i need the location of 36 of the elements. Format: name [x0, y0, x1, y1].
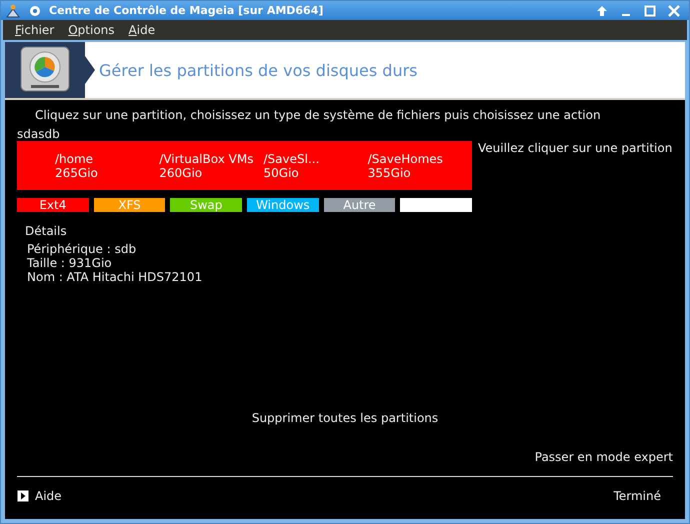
disk-tab[interactable]: sdasdb — [17, 127, 673, 141]
up-arrow-icon[interactable] — [595, 4, 609, 18]
expert-mode-button[interactable]: Passer en mode expert — [528, 446, 679, 468]
play-icon — [17, 490, 29, 502]
pin-icon[interactable] — [29, 4, 41, 16]
partition-name: /home — [55, 152, 94, 166]
detail-line: Nom : ATA Hitachi HDS72101 — [27, 270, 204, 284]
legend-swatch[interactable]: Ext4 — [17, 198, 89, 212]
legend-swatch[interactable]: XFS — [94, 198, 166, 212]
details-title: Détails — [25, 224, 68, 238]
detail-line: Taille : 931Gio — [27, 256, 113, 270]
help-button[interactable]: Aide — [17, 485, 68, 507]
window-title: Centre de Contrôle de Mageia [sur AMD664] — [49, 4, 324, 17]
partition-size: 50Gio — [264, 166, 300, 180]
done-button[interactable]: Terminé — [608, 485, 667, 507]
menu-item[interactable]: Aide — [128, 23, 156, 37]
instruction-text: Cliquez sur une partition, choisissez un type de système de fichiers puis choisissez une action — [35, 108, 602, 122]
legend-swatch[interactable]: Autre — [324, 198, 396, 212]
partition-name: /SaveSl... — [264, 152, 320, 166]
legend-swatch[interactable]: Windows — [247, 198, 319, 212]
partition-size: 265Gio — [55, 166, 99, 180]
menu-item[interactable]: Options — [68, 23, 115, 37]
legend-swatch[interactable] — [400, 198, 472, 212]
hint-text: Veuillez cliquer sur une partition — [478, 141, 672, 157]
menu-item[interactable]: Fichier — [15, 23, 54, 37]
app-icon — [5, 2, 21, 18]
detail-line: Périphérique : sdb — [27, 242, 138, 256]
legend-swatch[interactable]: Swap — [170, 198, 242, 212]
header-title: Gérer les partitions de vos disques durs — [99, 60, 418, 80]
partition-size: 260Gio — [159, 166, 204, 180]
partition-name: /VirtualBox VMs — [159, 152, 254, 166]
partition-name: /SaveHomes — [368, 152, 444, 166]
maximize-icon[interactable] — [643, 4, 657, 18]
close-icon[interactable] — [667, 4, 681, 18]
partition-size: 355Gio — [368, 166, 412, 180]
delete-all-button[interactable]: Supprimer toutes les partitions — [246, 407, 444, 429]
